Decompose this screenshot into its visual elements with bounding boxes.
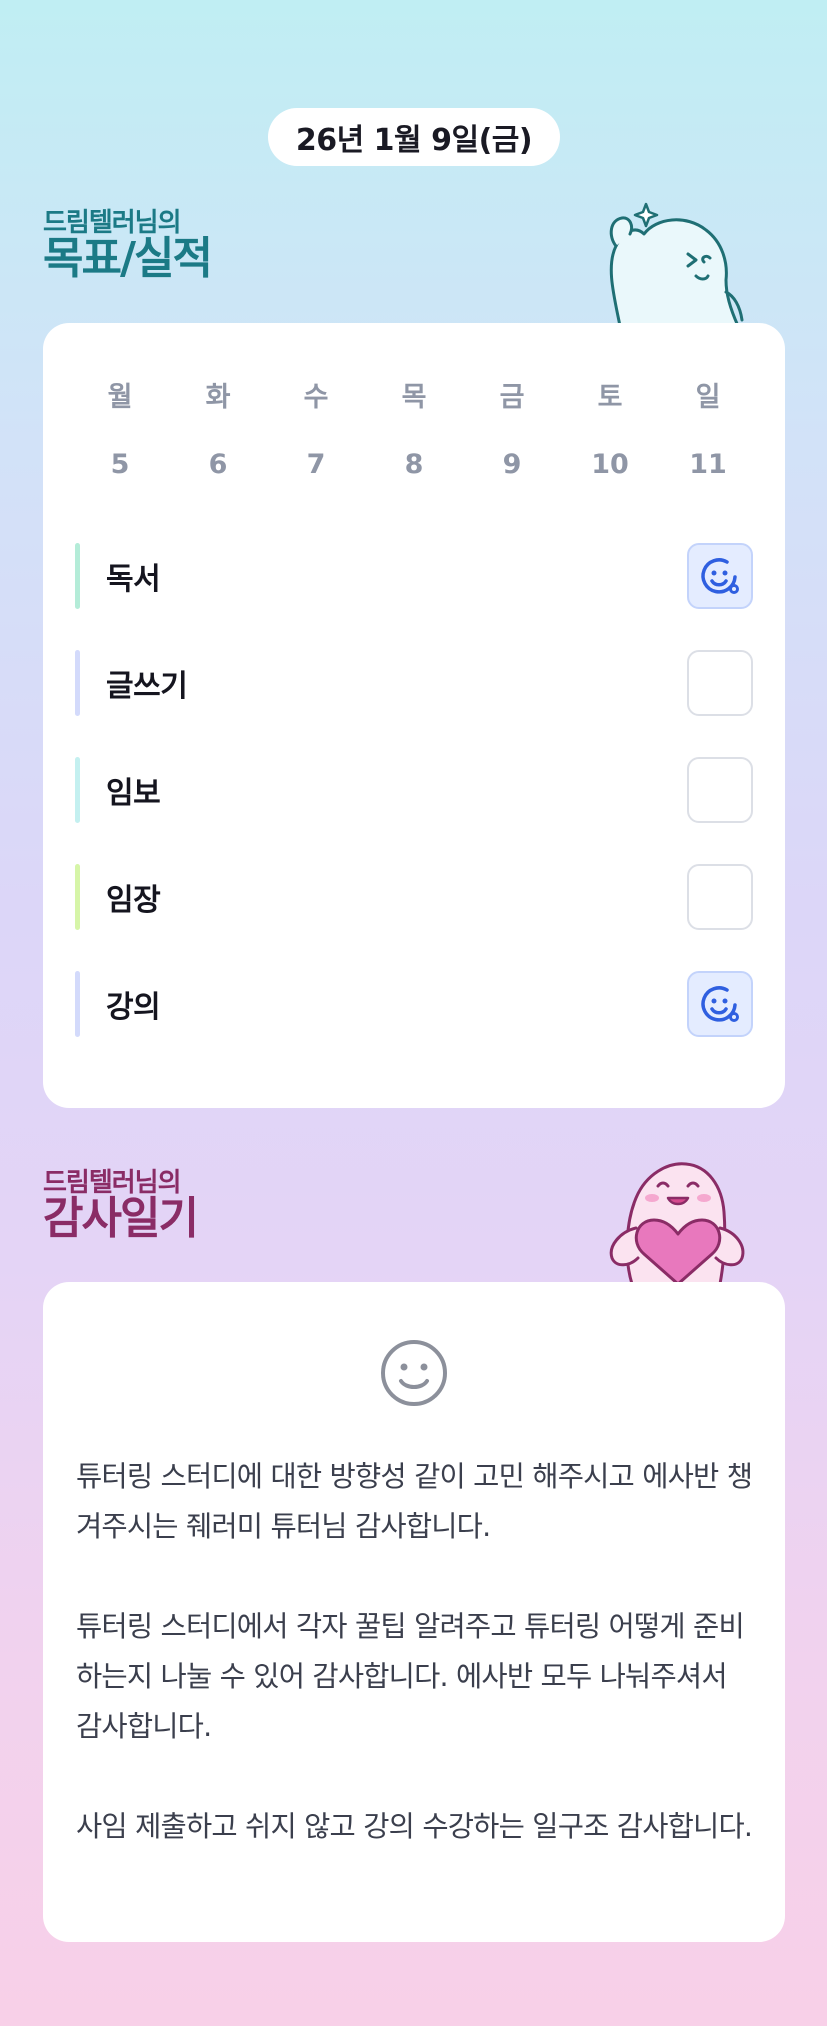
goal-mascot-illustration — [609, 202, 744, 326]
goal-checkbox[interactable] — [687, 757, 753, 823]
goal-item-imjang: 임장 — [75, 864, 753, 930]
goal-checkbox[interactable] — [687, 864, 753, 930]
thanks-section-title: 드림텔러님의 감사일기 — [43, 1170, 199, 1244]
goal-item-reading: 독서 — [75, 543, 753, 609]
smile-check-icon — [701, 558, 739, 594]
goal-checkbox[interactable] — [687, 543, 753, 609]
goal-color-bar — [75, 650, 80, 716]
thanks-diary-text: 튜터링 스터디에 대한 방향성 같이 고민 해주시고 에사반 챙겨주시는 줴러미… — [76, 1452, 756, 1852]
goal-section-title: 드림텔러님의 목표/실적 — [43, 210, 213, 284]
thanks-title: 감사일기 — [43, 1193, 199, 1244]
weekday-tue: 화 — [205, 382, 231, 413]
weekday-thu: 목 — [401, 382, 427, 413]
goal-item-writing: 글쓰기 — [75, 650, 753, 716]
date-8[interactable]: 8 — [365, 449, 463, 480]
goal-label: 임장 — [106, 883, 161, 918]
weekday-sat: 토 — [597, 382, 623, 413]
goal-item-lecture: 강의 — [75, 971, 753, 1037]
goal-item-imbo: 임보 — [75, 757, 753, 823]
weekday-header-row: 월 화 수 목 금 토 일 — [43, 375, 785, 414]
goal-color-bar — [75, 757, 80, 823]
thanks-paragraph: 튜터링 스터디에 대한 방향성 같이 고민 해주시고 에사반 챙겨주시는 줴러미… — [76, 1460, 753, 1543]
weekday-sun: 일 — [695, 382, 721, 413]
goal-label: 독서 — [106, 562, 161, 597]
date-9[interactable]: 9 — [463, 449, 561, 480]
date-10[interactable]: 10 — [561, 449, 659, 480]
date-11[interactable]: 11 — [659, 449, 757, 480]
goal-label: 임보 — [106, 776, 161, 811]
goal-color-bar — [75, 971, 80, 1037]
thanks-card: 튜터링 스터디에 대한 방향성 같이 고민 해주시고 에사반 챙겨주시는 줴러미… — [43, 1282, 785, 1942]
weekday-fri: 금 — [499, 382, 525, 413]
thanks-mascot-illustration — [609, 1162, 745, 1284]
date-7[interactable]: 7 — [267, 449, 365, 480]
thanks-paragraph: 튜터링 스터디에서 각자 꿀팁 알려주고 튜터링 어떻게 준비하는지 나눌 수 … — [76, 1610, 745, 1743]
smile-check-icon — [701, 986, 739, 1022]
goal-checkbox[interactable] — [687, 971, 753, 1037]
goal-label: 글쓰기 — [106, 669, 188, 704]
week-dates-row: 5 6 7 8 9 10 11 — [43, 449, 785, 480]
date-5[interactable]: 5 — [71, 449, 169, 480]
goal-title: 목표/실적 — [43, 233, 213, 284]
goal-label: 강의 — [106, 990, 161, 1025]
date-6[interactable]: 6 — [169, 449, 267, 480]
goal-checkbox[interactable] — [687, 650, 753, 716]
date-pill[interactable]: 26년 1월 9일(금) — [268, 108, 560, 166]
goal-color-bar — [75, 543, 80, 609]
goal-color-bar — [75, 864, 80, 930]
smile-face-icon[interactable] — [379, 1338, 449, 1408]
weekday-mon: 월 — [107, 382, 133, 413]
thanks-paragraph: 사임 제출하고 쉬지 않고 강의 수강하는 일구조 감사합니다. — [76, 1810, 753, 1843]
date-label: 26년 1월 9일(금) — [295, 123, 533, 158]
goal-card: 월 화 수 목 금 토 일 5 6 7 8 9 10 11 독서 글쓰기 임보 — [43, 323, 785, 1108]
weekday-wed: 수 — [303, 382, 329, 413]
